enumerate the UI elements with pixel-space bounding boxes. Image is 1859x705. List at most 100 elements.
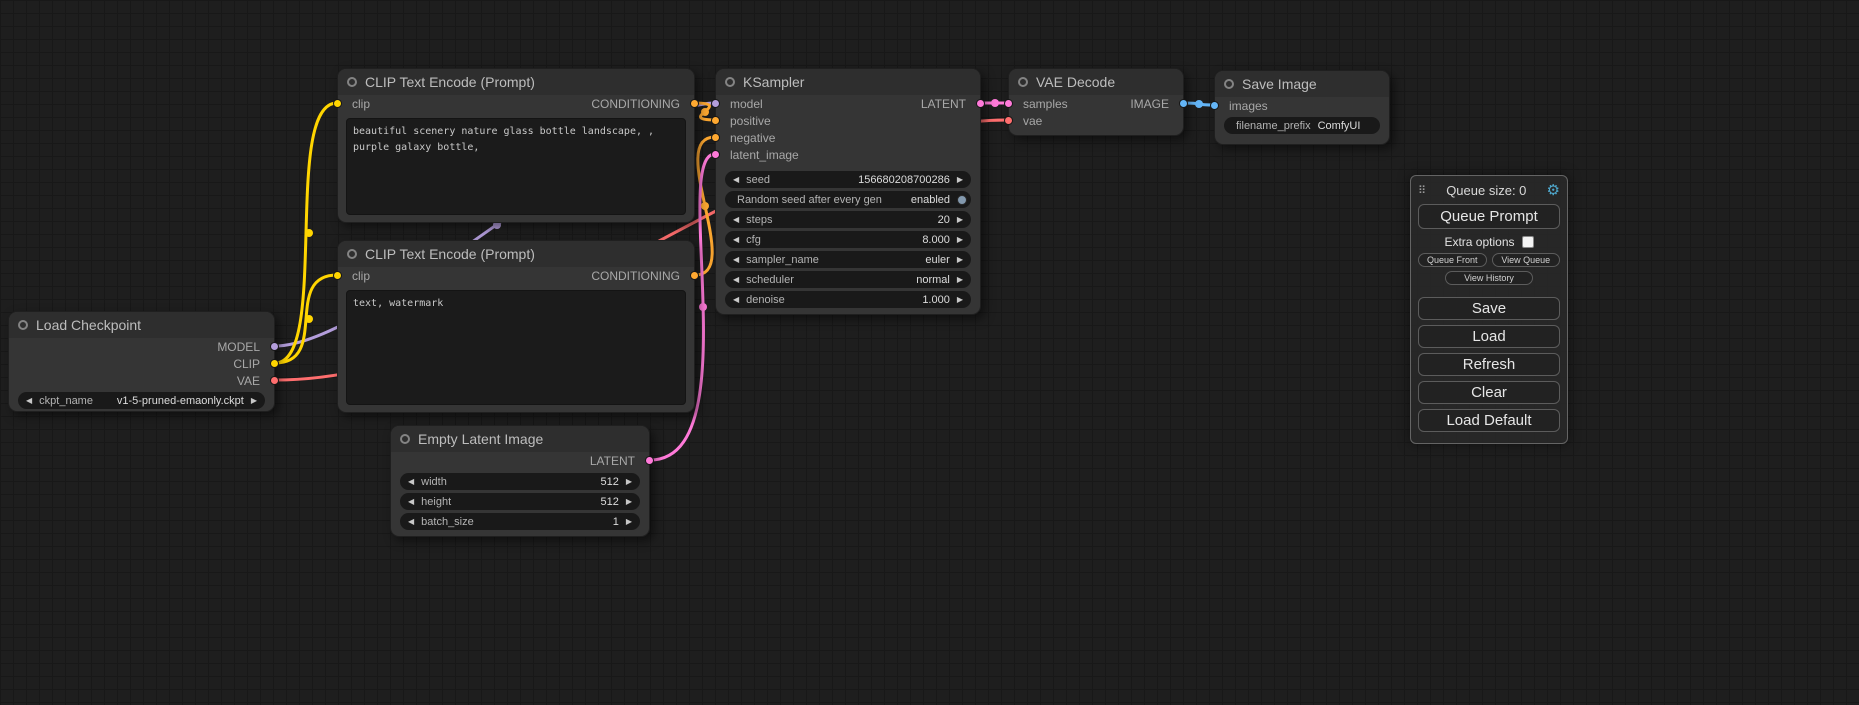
collapse-dot[interactable] — [1018, 77, 1028, 87]
node-vae-decode[interactable]: VAE Decode samples IMAGE vae — [1008, 68, 1184, 136]
node-save-image[interactable]: Save Image images filename_prefix ComfyU… — [1214, 70, 1390, 145]
node-title-bar[interactable]: CLIP Text Encode (Prompt) — [338, 241, 694, 267]
widget-label: scheduler — [746, 274, 794, 286]
increment-arrow-icon[interactable]: ▶ — [626, 478, 632, 486]
widget-value: 156680208700286 — [858, 174, 950, 186]
node-clip-text-encode-positive[interactable]: CLIP Text Encode (Prompt) clip CONDITION… — [337, 68, 695, 223]
conditioning-output-dot[interactable] — [690, 99, 699, 108]
clip-output-dot[interactable] — [270, 359, 279, 368]
slot-label-clip: clip — [352, 97, 370, 111]
widget-value: 20 — [938, 214, 950, 226]
widget-height[interactable]: ◀ height 512 ▶ — [400, 493, 640, 510]
node-empty-latent-image[interactable]: Empty Latent Image LATENT ◀ width 512 ▶ … — [390, 425, 650, 537]
slot-label-model: model — [730, 97, 763, 111]
decrement-arrow-icon[interactable]: ◀ — [733, 236, 739, 244]
clip-input-dot[interactable] — [333, 99, 342, 108]
node-load-checkpoint[interactable]: Load Checkpoint MODEL CLIP VAE ◀ ckpt_na… — [8, 311, 275, 412]
increment-arrow-icon[interactable]: ▶ — [957, 236, 963, 244]
latent-image-input-dot[interactable] — [711, 150, 720, 159]
decrement-arrow-icon[interactable]: ◀ — [733, 176, 739, 184]
collapse-dot[interactable] — [1224, 79, 1234, 89]
increment-arrow-icon[interactable]: ▶ — [626, 498, 632, 506]
negative-input-dot[interactable] — [711, 133, 720, 142]
latent-output-dot[interactable] — [976, 99, 985, 108]
prev-value-arrow-icon[interactable]: ◀ — [733, 256, 739, 264]
increment-arrow-icon[interactable]: ▶ — [957, 216, 963, 224]
node-title-bar[interactable]: CLIP Text Encode (Prompt) — [338, 69, 694, 95]
clip-input-dot[interactable] — [333, 271, 342, 280]
vae-output-dot[interactable] — [270, 376, 279, 385]
decrement-arrow-icon[interactable]: ◀ — [733, 296, 739, 304]
save-button[interactable]: Save — [1418, 297, 1560, 320]
increment-arrow-icon[interactable]: ▶ — [957, 176, 963, 184]
increment-arrow-icon[interactable]: ▶ — [957, 296, 963, 304]
extra-options-checkbox[interactable] — [1522, 236, 1534, 248]
refresh-button[interactable]: Refresh — [1418, 353, 1560, 376]
collapse-dot[interactable] — [725, 77, 735, 87]
collapse-dot[interactable] — [347, 77, 357, 87]
node-title-bar[interactable]: VAE Decode — [1009, 69, 1183, 95]
queue-prompt-button[interactable]: Queue Prompt — [1418, 204, 1560, 229]
node-clip-text-encode-negative[interactable]: CLIP Text Encode (Prompt) clip CONDITION… — [337, 240, 695, 413]
settings-gear-icon[interactable]: ⚙ — [1547, 183, 1560, 198]
decrement-arrow-icon[interactable]: ◀ — [408, 518, 414, 526]
vae-input-dot[interactable] — [1004, 116, 1013, 125]
slot-label-samples: samples — [1023, 97, 1068, 111]
conditioning-output-dot[interactable] — [690, 271, 699, 280]
model-input-dot[interactable] — [711, 99, 720, 108]
node-title: Empty Latent Image — [418, 431, 543, 447]
widget-filename-prefix[interactable]: filename_prefix ComfyUI — [1224, 117, 1380, 134]
image-output-dot[interactable] — [1179, 99, 1188, 108]
queue-front-button[interactable]: Queue Front — [1418, 253, 1487, 267]
widget-denoise[interactable]: ◀ denoise 1.000 ▶ — [725, 291, 971, 308]
positive-prompt-textarea[interactable]: beautiful scenery nature glass bottle la… — [346, 118, 686, 215]
output-slot-model: MODEL — [9, 338, 274, 355]
widget-value: enabled — [911, 194, 950, 206]
widget-scheduler[interactable]: ◀ scheduler normal ▶ — [725, 271, 971, 288]
prev-value-arrow-icon[interactable]: ◀ — [26, 397, 32, 405]
input-slot-negative: negative — [716, 129, 980, 146]
widget-ckpt-name[interactable]: ◀ ckpt_name v1-5-pruned-emaonly.ckpt ▶ — [18, 392, 265, 409]
node-ksampler[interactable]: KSampler model LATENT positive negative … — [715, 68, 981, 315]
samples-input-dot[interactable] — [1004, 99, 1013, 108]
widget-steps[interactable]: ◀ steps 20 ▶ — [725, 211, 971, 228]
view-queue-button[interactable]: View Queue — [1492, 253, 1561, 267]
load-button[interactable]: Load — [1418, 325, 1560, 348]
random-seed-toggle[interactable] — [957, 195, 967, 205]
load-default-button[interactable]: Load Default — [1418, 409, 1560, 432]
clear-button[interactable]: Clear — [1418, 381, 1560, 404]
drag-handle-icon[interactable]: ⠿ — [1418, 184, 1426, 197]
positive-input-dot[interactable] — [711, 116, 720, 125]
node-title-bar[interactable]: Save Image — [1215, 71, 1389, 97]
decrement-arrow-icon[interactable]: ◀ — [733, 216, 739, 224]
slot-label: images — [1229, 99, 1268, 113]
widget-width[interactable]: ◀ width 512 ▶ — [400, 473, 640, 490]
decrement-arrow-icon[interactable]: ◀ — [408, 498, 414, 506]
collapse-dot[interactable] — [18, 320, 28, 330]
view-history-button[interactable]: View History — [1445, 271, 1533, 285]
increment-arrow-icon[interactable]: ▶ — [626, 518, 632, 526]
slot-label: vae — [1023, 114, 1042, 128]
latent-output-dot[interactable] — [645, 456, 654, 465]
negative-prompt-textarea[interactable]: text, watermark — [346, 290, 686, 405]
next-value-arrow-icon[interactable]: ▶ — [251, 397, 257, 405]
collapse-dot[interactable] — [400, 434, 410, 444]
widget-batch-size[interactable]: ◀ batch_size 1 ▶ — [400, 513, 640, 530]
decrement-arrow-icon[interactable]: ◀ — [408, 478, 414, 486]
node-graph-canvas[interactable]: Load Checkpoint MODEL CLIP VAE ◀ ckpt_na… — [0, 0, 1859, 705]
node-title-bar[interactable]: KSampler — [716, 69, 980, 95]
next-value-arrow-icon[interactable]: ▶ — [957, 256, 963, 264]
widget-sampler-name[interactable]: ◀ sampler_name euler ▶ — [725, 251, 971, 268]
model-output-dot[interactable] — [270, 342, 279, 351]
images-input-dot[interactable] — [1210, 101, 1219, 110]
next-value-arrow-icon[interactable]: ▶ — [957, 276, 963, 284]
node-title-bar[interactable]: Empty Latent Image — [391, 426, 649, 452]
prev-value-arrow-icon[interactable]: ◀ — [733, 276, 739, 284]
widget-random-seed[interactable]: Random seed after every gen enabled — [725, 191, 971, 208]
slot-label: LATENT — [590, 454, 635, 468]
node-title-bar[interactable]: Load Checkpoint — [9, 312, 274, 338]
widget-seed[interactable]: ◀ seed 156680208700286 ▶ — [725, 171, 971, 188]
widget-cfg[interactable]: ◀ cfg 8.000 ▶ — [725, 231, 971, 248]
slot-label-clip: clip — [352, 269, 370, 283]
collapse-dot[interactable] — [347, 249, 357, 259]
